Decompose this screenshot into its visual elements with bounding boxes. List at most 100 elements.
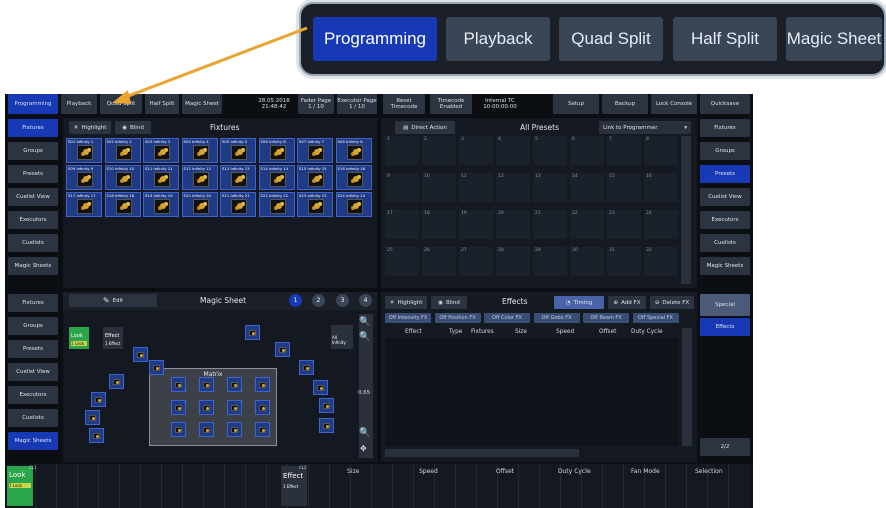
fixture-tile[interactable]: S09 Infinity 9 bbox=[66, 165, 102, 190]
magic-sheet-fixture[interactable] bbox=[109, 374, 124, 389]
preset-cell[interactable]: 3 bbox=[459, 136, 493, 165]
fixture-tile[interactable]: S12 Infinity 12 bbox=[181, 165, 218, 190]
magic-sheet-fixture[interactable] bbox=[171, 377, 186, 392]
left-top-fixtures-button[interactable]: Fixtures bbox=[8, 119, 58, 137]
move-icon[interactable]: ✥ bbox=[360, 444, 367, 453]
magic-sheet-fixture[interactable] bbox=[227, 422, 242, 437]
fixture-tile[interactable]: S06 Infinity 6 bbox=[258, 138, 295, 163]
fixture-tile[interactable]: S19 Infinity 19 bbox=[143, 192, 179, 217]
left-top-cuelist-view-button[interactable]: Cuelist View bbox=[8, 188, 58, 206]
magic-sheet-fixture[interactable] bbox=[245, 325, 260, 340]
magic-sheet-fixture[interactable] bbox=[149, 360, 164, 375]
fixture-tile[interactable]: S08 Infinity 8 bbox=[335, 138, 372, 163]
preset-cell[interactable]: 19 bbox=[459, 210, 493, 239]
page-3-button[interactable]: 3 bbox=[336, 294, 349, 307]
zoom-half-split-button[interactable]: Half Split bbox=[673, 17, 777, 61]
preset-cell[interactable]: 27 bbox=[459, 247, 493, 276]
effects-scrollbar[interactable] bbox=[682, 328, 692, 446]
magic-sheet-fixture[interactable] bbox=[255, 400, 270, 415]
fixture-tile[interactable]: S24 Infinity 24 bbox=[335, 192, 372, 217]
executor-cell[interactable] bbox=[77, 464, 98, 508]
zoom-playback-button[interactable]: Playback bbox=[446, 17, 550, 61]
look-executor[interactable]: Look 1 Look bbox=[7, 466, 33, 506]
fixture-tile[interactable]: S04 Infinity 4 bbox=[181, 138, 218, 163]
fixture-tile[interactable]: S11 Infinity 11 bbox=[143, 165, 179, 190]
executor-cell[interactable] bbox=[182, 464, 203, 508]
magic-sheet-fixture[interactable] bbox=[171, 422, 186, 437]
programming-button[interactable]: Programming bbox=[8, 94, 58, 114]
preset-cell[interactable]: 18 bbox=[422, 210, 456, 239]
fixture-tile[interactable]: S15 Infinity 15 bbox=[297, 165, 333, 190]
left-top-magic-sheets-button[interactable]: Magic Sheets bbox=[8, 257, 58, 275]
right-executors-button[interactable]: Executors bbox=[700, 211, 750, 229]
fixture-tile[interactable]: S05 Infinity 5 bbox=[220, 138, 256, 163]
off-fx-button[interactable]: Off Beam FX bbox=[583, 313, 629, 323]
executor-cell[interactable] bbox=[245, 464, 266, 508]
executor-cell[interactable] bbox=[161, 464, 182, 508]
effects-hscrollbar[interactable] bbox=[385, 449, 579, 457]
preset-cell[interactable]: 6 bbox=[570, 136, 604, 165]
preset-cell[interactable]: 11 bbox=[459, 173, 493, 202]
left-top-presets-button[interactable]: Presets bbox=[8, 165, 58, 183]
link-programmer-dropdown[interactable]: Link to Programmer ▾ bbox=[599, 121, 691, 134]
off-fx-button[interactable]: Off Gobo FX bbox=[533, 313, 580, 323]
preset-cell[interactable]: 2 bbox=[422, 136, 456, 165]
fixture-tile[interactable]: S20 Infinity 20 bbox=[181, 192, 218, 217]
look-tile[interactable]: Look 1 Look bbox=[69, 327, 89, 349]
magic-sheet-fixture[interactable] bbox=[313, 380, 328, 395]
magic-sheet-fixture[interactable] bbox=[299, 360, 314, 375]
fixture-tile[interactable]: S16 Infinity 16 bbox=[335, 165, 372, 190]
magic-sheet-fixture[interactable] bbox=[227, 377, 242, 392]
executor-cell[interactable] bbox=[371, 464, 392, 508]
preset-cell[interactable]: 7 bbox=[607, 136, 641, 165]
preset-cell[interactable]: 32 bbox=[644, 247, 678, 276]
fixtures-highlight-button[interactable]: ☀ Highlight bbox=[69, 121, 111, 134]
zoom-magic-sheet-button[interactable]: Magic Sheet bbox=[786, 17, 882, 61]
fixture-tile[interactable]: S03 Infinity 3 bbox=[143, 138, 179, 163]
executor-cell[interactable] bbox=[119, 464, 140, 508]
executor-cell[interactable] bbox=[602, 464, 623, 508]
preset-cell[interactable]: 31 bbox=[607, 247, 641, 276]
page-1-button[interactable]: 1 bbox=[289, 294, 302, 307]
executor-cell[interactable] bbox=[728, 464, 749, 508]
left-top-executors-button[interactable]: Executors bbox=[8, 211, 58, 229]
timing-button[interactable]: ◔ Timing bbox=[554, 296, 604, 309]
effects-highlight-button[interactable]: ☀ Highlight bbox=[385, 296, 427, 309]
fixture-tile[interactable]: S10 Infinity 10 bbox=[104, 165, 141, 190]
page-2-button[interactable]: 2 bbox=[312, 294, 325, 307]
preset-cell[interactable]: 21 bbox=[533, 210, 567, 239]
magic-sheet-button[interactable]: Magic Sheet bbox=[182, 94, 222, 114]
executor-cell[interactable] bbox=[35, 464, 56, 508]
left-top-groups-button[interactable]: Groups bbox=[8, 142, 58, 160]
direct-action-button[interactable]: ▤ Direct Action bbox=[395, 121, 455, 134]
preset-cell[interactable]: 14 bbox=[570, 173, 604, 202]
magic-sheet-fixture[interactable] bbox=[171, 400, 186, 415]
zoom-fit-icon[interactable]: 🔍 bbox=[359, 428, 370, 438]
magic-sheet-fixture[interactable] bbox=[133, 347, 148, 362]
reset-timecode-button[interactable]: Reset Timecode bbox=[383, 94, 425, 114]
magic-sheet-fixture[interactable] bbox=[91, 392, 106, 407]
magic-sheet-fixture[interactable] bbox=[319, 398, 334, 413]
off-fx-button[interactable]: Off Color FX bbox=[484, 313, 530, 323]
magic-sheet-fixture[interactable] bbox=[275, 342, 290, 357]
zoom-quad-split-button[interactable]: Quad Split bbox=[559, 17, 663, 61]
executor-cell[interactable] bbox=[476, 464, 497, 508]
executor-cell[interactable] bbox=[56, 464, 77, 508]
fader-page[interactable]: Fader Page 1 / 10 bbox=[298, 94, 334, 114]
add-fx-button[interactable]: ⊕ Add FX bbox=[608, 296, 646, 309]
magic-sheet-fixture[interactable] bbox=[199, 377, 214, 392]
special-button[interactable]: Special bbox=[700, 294, 750, 316]
executor-page[interactable]: Executor Page 1 / 10 bbox=[337, 94, 377, 114]
magic-sheet-fixture[interactable] bbox=[319, 418, 334, 433]
executor-cell[interactable] bbox=[518, 464, 539, 508]
magic-sheet-fixture[interactable] bbox=[199, 422, 214, 437]
preset-cell[interactable]: 12 bbox=[496, 173, 530, 202]
executor-cell[interactable] bbox=[203, 464, 224, 508]
preset-cell[interactable]: 5 bbox=[533, 136, 567, 165]
off-fx-button[interactable]: Off Special FX bbox=[632, 313, 679, 323]
setup-button[interactable]: Setup bbox=[553, 94, 599, 114]
executor-cell[interactable] bbox=[224, 464, 245, 508]
preset-cell[interactable]: 8 bbox=[644, 136, 678, 165]
preset-cell[interactable]: 26 bbox=[422, 247, 456, 276]
executor-cell[interactable] bbox=[392, 464, 413, 508]
